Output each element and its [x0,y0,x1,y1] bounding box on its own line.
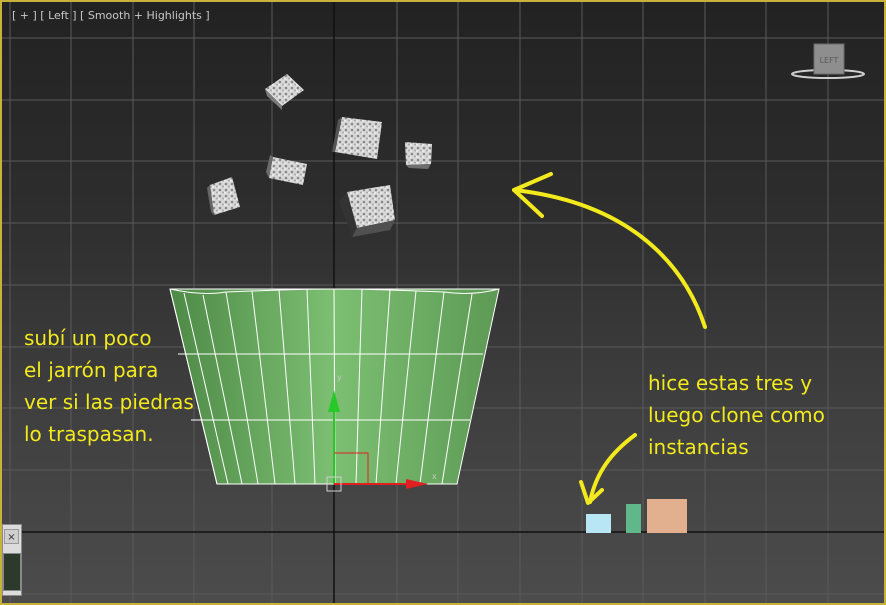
box-peach[interactable] [647,499,687,533]
annotation-right: hice estas tres y luego clone como insta… [648,367,825,463]
stone[interactable] [405,142,432,169]
stone[interactable] [332,117,382,159]
viewcube-label: LEFT [820,56,839,65]
scene-canvas[interactable]: LEFT y x [2,2,884,603]
annotation-line: subí un poco [24,326,152,350]
box-green[interactable] [626,504,641,533]
annotation-line: ver si las piedras [24,390,194,414]
annotation-line: instancias [648,435,749,459]
stone[interactable] [207,177,240,215]
curved-arrow-icon [512,172,707,329]
axis-y-label: y [337,373,342,382]
thumbnail-icon[interactable] [3,553,21,591]
viewport-label[interactable]: [ + ] [ Left ] [ Smooth + Highlights ] [12,9,210,22]
annotation-line: hice estas tres y [648,371,813,395]
close-icon[interactable]: × [4,529,19,544]
curved-arrow-icon [579,433,637,505]
viewcube-icon[interactable]: LEFT [791,43,865,79]
stone[interactable] [265,74,304,110]
stones-group[interactable] [207,74,432,237]
annotation-line: el jarrón para [24,358,159,382]
axis-x-label: x [432,472,437,481]
annotation-line: luego clone como [648,403,825,427]
box-light-blue[interactable] [586,514,611,533]
viewport-left[interactable]: LEFT y x [+] [Left] [Smooth + Highl… [0,0,886,605]
annotation-left: subí un poco el jarrón para ver si las p… [24,322,194,450]
annotation-line: lo traspasan. [24,422,154,446]
mini-panel: × [2,524,22,596]
stone[interactable] [339,185,395,237]
